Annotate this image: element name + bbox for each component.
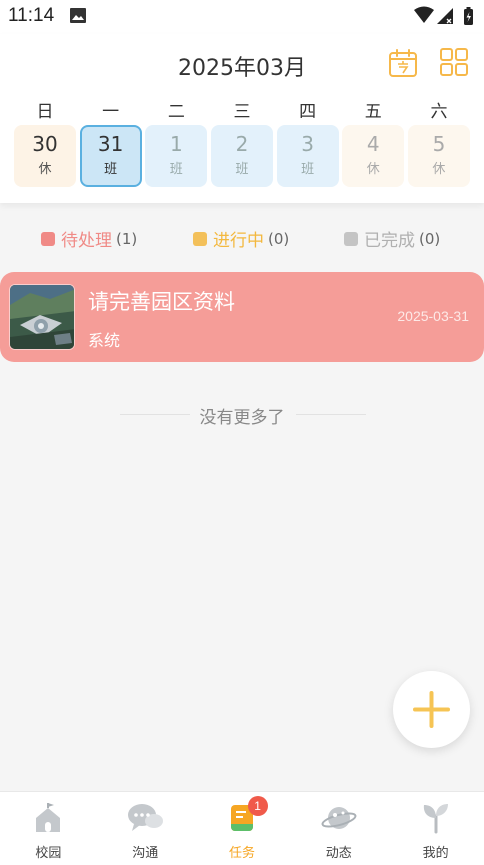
filter-label: 待处理 bbox=[61, 231, 112, 251]
task-title: 请完善园区资料 bbox=[88, 290, 235, 314]
bottom-tab-bar: 校园 沟通 1 任务 动态 我的 bbox=[0, 791, 484, 865]
tab-moments[interactable]: 动态 bbox=[290, 792, 387, 865]
day-number: 30 bbox=[32, 132, 58, 156]
day-tag: 班 bbox=[169, 162, 183, 177]
day-tag: 休 bbox=[366, 162, 380, 177]
tab-label: 任务 bbox=[228, 846, 255, 861]
status-indicators bbox=[412, 5, 476, 31]
filter-label: 进行中 bbox=[213, 231, 264, 251]
weekday-label: 五 bbox=[364, 102, 382, 122]
day-number: 2 bbox=[235, 132, 249, 156]
weekday-label: 三 bbox=[233, 102, 251, 122]
tab-label: 动态 bbox=[325, 846, 352, 861]
weekday-row: 日 一 二 三 四 五 六 bbox=[14, 97, 470, 122]
calendar-day[interactable]: 30 休 bbox=[14, 125, 76, 187]
tab-task[interactable]: 1 任务 bbox=[194, 792, 291, 865]
day-number: 3 bbox=[301, 132, 314, 156]
plus-icon bbox=[413, 691, 450, 728]
filter-in-progress[interactable]: 进行中 (0) bbox=[193, 226, 289, 251]
day-number: 5 bbox=[432, 132, 446, 156]
filter-count: (0) bbox=[419, 229, 441, 248]
day-tag: 班 bbox=[235, 162, 249, 177]
calendar-day[interactable]: 1 班 bbox=[145, 125, 208, 187]
task-card[interactable]: 请完善园区资料 2025-03-31 系统 bbox=[0, 272, 484, 362]
sprout-icon bbox=[421, 802, 451, 838]
signal-icon bbox=[437, 8, 453, 24]
divider bbox=[296, 414, 366, 415]
tab-campus[interactable]: 校园 bbox=[0, 792, 97, 865]
day-tag: 休 bbox=[38, 162, 52, 177]
weekday-label: 一 bbox=[102, 102, 120, 122]
task-source: 系统 bbox=[88, 331, 121, 350]
day-tag: 班 bbox=[301, 162, 315, 177]
filter-label: 已完成 bbox=[364, 231, 415, 251]
grid-view-icon[interactable] bbox=[440, 48, 468, 80]
planet-icon bbox=[321, 802, 357, 838]
filter-count: (1) bbox=[116, 229, 138, 248]
today-calendar-icon[interactable] bbox=[388, 48, 418, 82]
tab-label: 我的 bbox=[422, 846, 449, 861]
campus-icon bbox=[32, 802, 64, 838]
no-more-text: 没有更多了 bbox=[199, 408, 285, 428]
day-number: 31 bbox=[97, 132, 124, 156]
weekday-label: 日 bbox=[36, 102, 54, 122]
wifi-icon bbox=[414, 6, 434, 23]
calendar-day[interactable]: 3 班 bbox=[276, 125, 339, 187]
tab-chat[interactable]: 沟通 bbox=[97, 792, 194, 865]
calendar-day-selected[interactable]: 31 班 bbox=[79, 125, 142, 187]
day-number: 1 bbox=[169, 132, 183, 156]
task-badge: 1 bbox=[247, 796, 268, 816]
filter-completed[interactable]: 已完成 (0) bbox=[344, 226, 440, 251]
completed-dot bbox=[344, 231, 358, 246]
tab-label: 校园 bbox=[35, 846, 62, 861]
task-thumbnail bbox=[9, 284, 75, 350]
day-row: 30 休 31 班 1 班 2 班 3 班 4 休 5 休 bbox=[14, 125, 470, 187]
day-tag: 班 bbox=[104, 162, 118, 177]
weekday-label: 二 bbox=[167, 102, 185, 122]
status-filters: 待处理 (1) 进行中 (0) 已完成 (0) bbox=[0, 226, 484, 251]
image-notification-icon bbox=[70, 8, 86, 27]
tab-label: 沟通 bbox=[132, 846, 159, 861]
calendar-day[interactable]: 5 休 bbox=[407, 125, 470, 187]
filter-count: (0) bbox=[268, 229, 290, 248]
calendar-day[interactable]: 2 班 bbox=[210, 125, 273, 187]
day-number: 4 bbox=[366, 132, 380, 156]
tab-mine[interactable]: 我的 bbox=[387, 792, 484, 865]
weekday-label: 四 bbox=[299, 102, 317, 122]
day-tag: 休 bbox=[432, 162, 446, 177]
task-date: 2025-03-31 bbox=[397, 308, 469, 324]
add-task-button[interactable] bbox=[393, 671, 470, 748]
chat-icon bbox=[126, 802, 164, 838]
in-progress-dot bbox=[193, 231, 207, 246]
status-time: 11:14 bbox=[8, 5, 55, 26]
battery-icon bbox=[464, 7, 473, 25]
calendar-header: 2025年03月 日 一 二 三 四 五 六 30 休 31 班 1 班 2 班… bbox=[0, 34, 484, 203]
weekday-label: 六 bbox=[430, 102, 448, 122]
status-bar: 11:14 bbox=[0, 0, 484, 34]
filter-pending[interactable]: 待处理 (1) bbox=[41, 226, 137, 251]
calendar-day[interactable]: 4 休 bbox=[342, 125, 405, 187]
pending-dot bbox=[41, 231, 55, 246]
